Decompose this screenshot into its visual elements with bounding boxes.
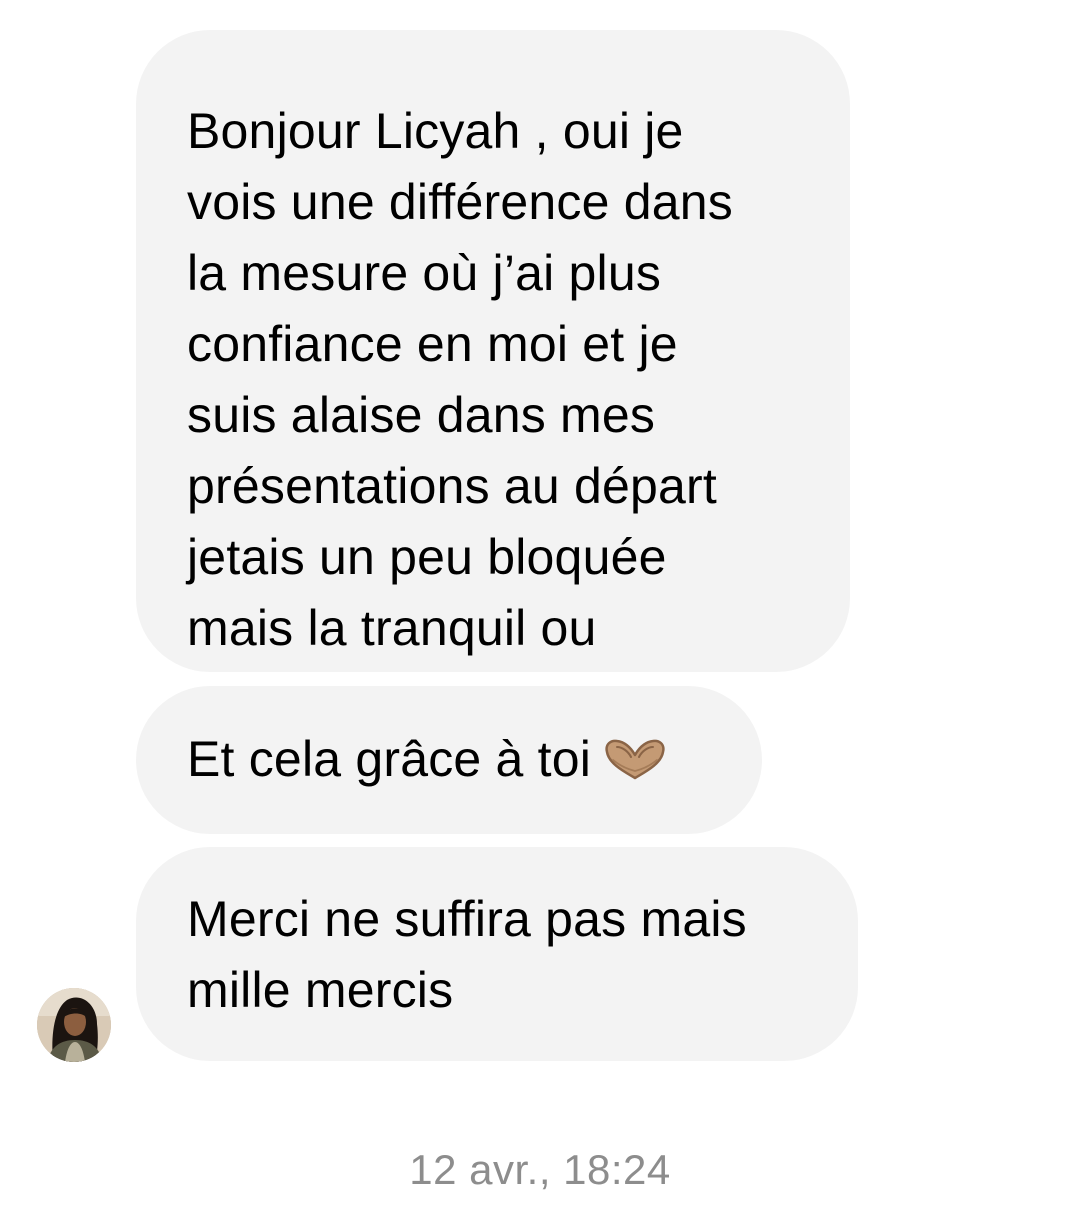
message-text-line: mais la tranquil ou (187, 600, 597, 656)
message-text-line: Et cela grâce à toi (187, 724, 714, 801)
message-text: Et cela grâce à toi (187, 731, 592, 787)
message-bubble[interactable]: Bonjour Licyah , oui je vois une différe… (136, 30, 850, 672)
message-text-line: suis alaise dans mes (187, 387, 656, 443)
heart-hands-icon (603, 730, 667, 801)
message-bubble[interactable]: Merci ne suffira pas mais mille mercis (136, 847, 858, 1061)
avatar-image (37, 988, 111, 1062)
message-text-line: Merci ne suffira pas mais (187, 891, 747, 947)
message-bubble[interactable]: Et cela grâce à toi (136, 686, 762, 834)
message-text-line: mille mercis (187, 962, 454, 1018)
message-text-line: Bonjour Licyah , oui je (187, 103, 684, 159)
message-text-line: vois une différence dans (187, 174, 733, 230)
message-text-line: confiance en moi et je (187, 316, 678, 372)
message-text-line: jetais un peu bloquée (187, 529, 667, 585)
timestamp: 12 avr., 18:24 (409, 1146, 671, 1193)
message-text-line: la mesure où j’ai plus (187, 245, 662, 301)
avatar[interactable] (37, 988, 111, 1062)
message-text-line: présentations au départ (187, 458, 717, 514)
